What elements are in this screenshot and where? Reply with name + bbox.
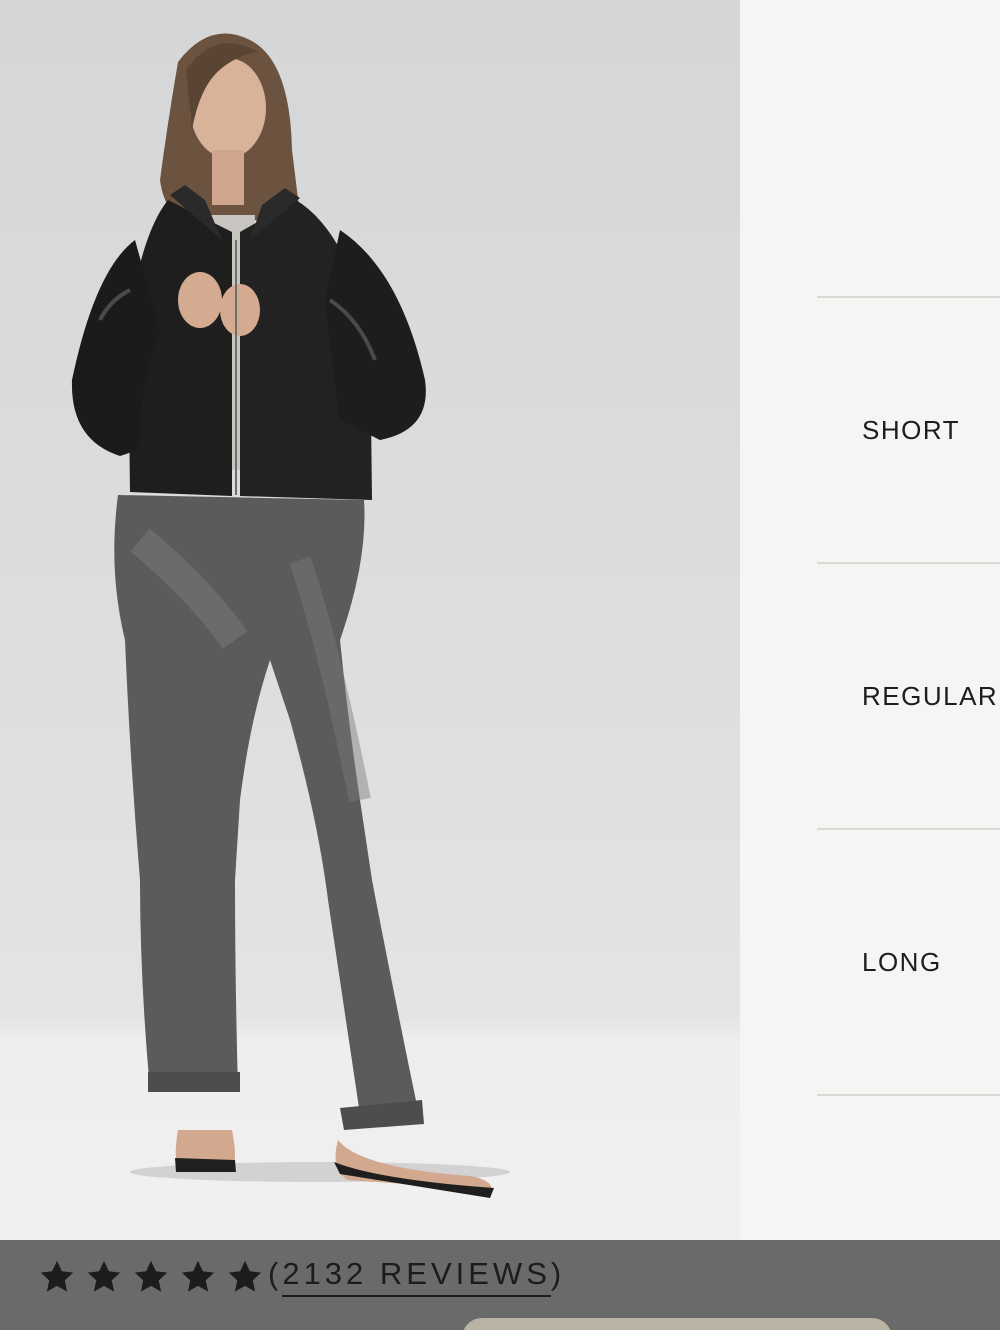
star-icon [181, 1260, 215, 1292]
length-option-regular[interactable]: REGULAR [817, 564, 1000, 828]
length-option-long[interactable]: LONG [817, 830, 1000, 1094]
length-label: LONG [862, 946, 942, 977]
star-rating [38, 1258, 264, 1296]
star-icon [40, 1260, 74, 1292]
review-count-text: 2132 REVIEWS [282, 1256, 551, 1297]
length-label: SHORT [862, 414, 961, 445]
divider [817, 1094, 1000, 1096]
bottom-button-partial[interactable] [462, 1318, 892, 1330]
review-summary-bar: (2132 REVIEWS) [0, 1240, 1000, 1330]
star-icon [134, 1260, 168, 1292]
model-illustration [71, 33, 510, 1198]
open-paren: ( [268, 1256, 283, 1291]
length-label: REGULAR [862, 680, 999, 711]
close-paren: ) [550, 1256, 566, 1291]
length-option-short[interactable]: SHORT [817, 298, 1000, 562]
star-icon [87, 1260, 121, 1292]
reviews-link[interactable]: (2132 REVIEWS) [268, 1256, 566, 1297]
product-photo[interactable] [0, 0, 740, 1240]
star-icon [228, 1260, 262, 1292]
length-selector: SHORT REGULAR LONG [740, 0, 1000, 1240]
